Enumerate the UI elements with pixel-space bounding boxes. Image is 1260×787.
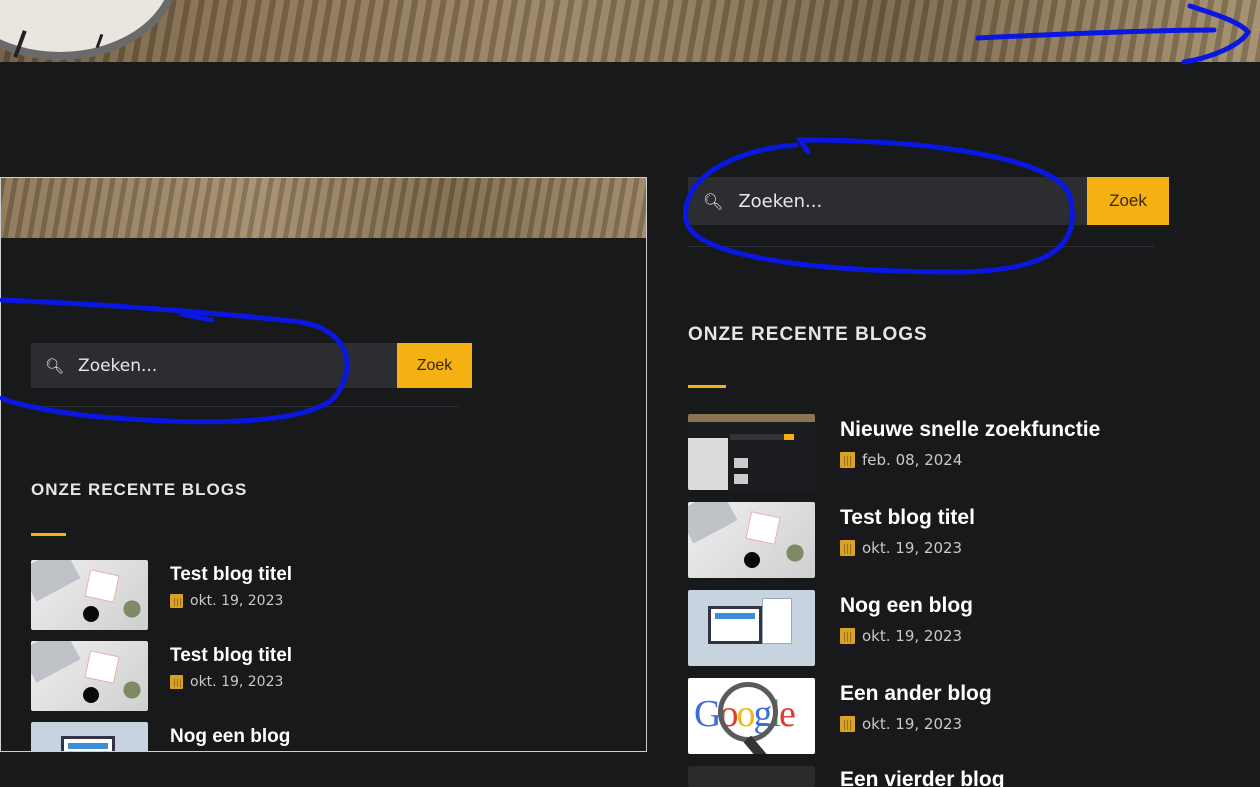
left-divider [31,406,459,407]
post-title[interactable]: Test blog titel [840,506,975,530]
post-title[interactable]: Nieuwe snelle zoekfunctie [840,418,1100,442]
post-thumbnail[interactable] [688,766,815,787]
left-accent-bar [31,533,66,536]
post-date: okt. 19, 2023 [190,674,284,690]
post-date: okt. 19, 2023 [862,539,963,557]
post-date: okt. 19, 2023 [862,715,963,733]
post-thumbnail[interactable] [688,414,815,490]
right-post-2[interactable]: Test blog titel okt. 19, 2023 [688,502,975,578]
post-thumbnail[interactable] [688,590,815,666]
calendar-icon [840,452,855,468]
calendar-icon [170,675,183,689]
left-search-button[interactable]: Zoek [397,343,472,388]
post-title[interactable]: Nog een blog [170,726,290,748]
post-title[interactable]: Nog een blog [840,594,973,618]
left-search-placeholder: Zoeken... [78,355,158,376]
right-accent-bar [688,385,726,388]
left-post-2[interactable]: Test blog titel okt. 19, 2023 [31,641,292,711]
post-thumbnail[interactable] [688,502,815,578]
right-post-5[interactable]: Een vierder blog [688,766,1005,787]
search-icon: 🔍︎ [703,191,724,211]
calendar-icon [840,628,855,644]
search-icon: 🔍︎ [45,356,65,375]
post-thumbnail[interactable]: Google [688,678,815,754]
left-search-form: 🔍︎ Zoeken... Zoek [31,343,472,388]
post-thumbnail[interactable] [31,641,148,711]
left-section-title: ONZE RECENTE BLOGS [31,480,248,499]
post-title[interactable]: Een ander blog [840,682,992,706]
post-thumbnail[interactable] [31,560,148,630]
header-banner-image [0,0,1260,62]
calendar-icon [840,540,855,556]
post-date: feb. 08, 2024 [862,451,963,469]
left-post-3[interactable]: Nog een blog [31,722,290,751]
left-search-input[interactable]: 🔍︎ Zoeken... [31,343,397,388]
right-section-title: ONZE RECENTE BLOGS [688,324,928,345]
left-post-1[interactable]: Test blog titel okt. 19, 2023 [31,560,292,630]
right-search-placeholder: Zoeken... [738,190,823,212]
right-search-form: 🔍︎ Zoeken... Zoek [688,177,1169,225]
post-date: okt. 19, 2023 [190,593,284,609]
post-title[interactable]: Een vierder blog [840,768,1005,787]
post-title[interactable]: Test blog titel [170,645,292,667]
pocket-watch-image [0,0,180,60]
right-post-4[interactable]: Google Een ander blog okt. 19, 2023 [688,678,992,754]
post-date: okt. 19, 2023 [862,627,963,645]
inset-banner-image [1,178,646,238]
right-divider [688,246,1154,247]
right-post-1[interactable]: Nieuwe snelle zoekfunctie feb. 08, 2024 [688,414,1100,490]
right-search-input[interactable]: 🔍︎ Zoeken... [688,177,1087,225]
left-embedded-screenshot: 🔍︎ Zoeken... Zoek ONZE RECENTE BLOGS Tes… [0,177,647,752]
right-search-button[interactable]: Zoek [1087,177,1169,225]
right-post-3[interactable]: Nog een blog okt. 19, 2023 [688,590,973,666]
calendar-icon [170,594,183,608]
post-title[interactable]: Test blog titel [170,564,292,586]
post-thumbnail[interactable] [31,722,148,751]
calendar-icon [840,716,855,732]
